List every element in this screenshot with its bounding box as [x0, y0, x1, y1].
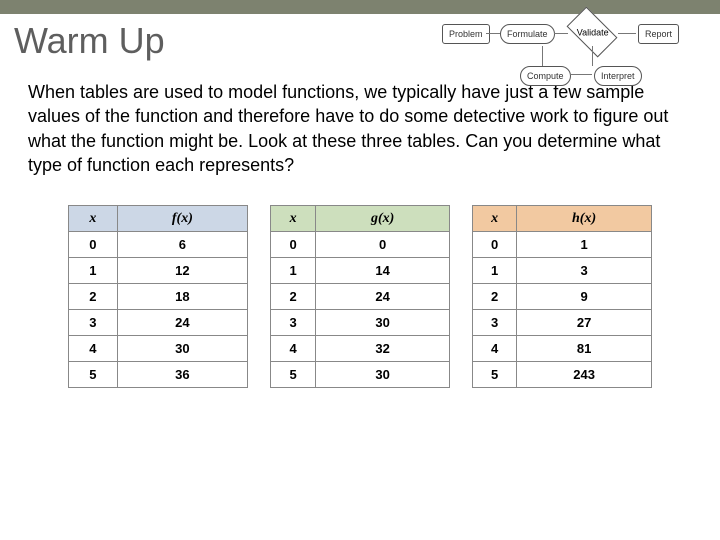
- diagram-connector: [554, 33, 568, 34]
- header-accent-bar: [0, 0, 720, 14]
- diagram-connector: [592, 46, 593, 66]
- table-row: 13: [473, 258, 652, 284]
- table-row: 481: [473, 336, 652, 362]
- diagram-connector: [486, 33, 500, 34]
- table-row: 430: [69, 336, 248, 362]
- col-header-x: x: [271, 206, 316, 232]
- diagram-node-formulate: Formulate: [500, 24, 555, 44]
- function-table-h: x h(x) 01 13 29 327 481 5243: [472, 205, 652, 388]
- table-row: 01: [473, 232, 652, 258]
- table-row: 330: [271, 310, 450, 336]
- diagram-node-report: Report: [638, 24, 679, 44]
- table-row: 224: [271, 284, 450, 310]
- diagram-connector: [618, 33, 636, 34]
- table-row: 432: [271, 336, 450, 362]
- diagram-connector: [570, 74, 592, 75]
- tables-container: x f(x) 06 112 218 324 430 536 x g(x) 00 …: [0, 205, 720, 388]
- col-header-hx: h(x): [517, 206, 652, 232]
- table-row: 00: [271, 232, 450, 258]
- process-diagram: Problem Formulate Validate Report Comput…: [442, 18, 702, 98]
- table-row: 06: [69, 232, 248, 258]
- table-row: 327: [473, 310, 652, 336]
- diagram-node-compute: Compute: [520, 66, 571, 86]
- diagram-node-problem: Problem: [442, 24, 490, 44]
- table-row: 114: [271, 258, 450, 284]
- diagram-node-interpret: Interpret: [594, 66, 642, 86]
- function-table-f: x f(x) 06 112 218 324 430 536: [68, 205, 248, 388]
- col-header-x: x: [69, 206, 118, 232]
- col-header-fx: f(x): [117, 206, 247, 232]
- table-row: 29: [473, 284, 652, 310]
- table-row: 5243: [473, 362, 652, 388]
- table-row: 536: [69, 362, 248, 388]
- function-table-g: x g(x) 00 114 224 330 432 530: [270, 205, 450, 388]
- table-row: 530: [271, 362, 450, 388]
- diagram-connector: [542, 46, 543, 66]
- col-header-gx: g(x): [316, 206, 450, 232]
- table-row: 324: [69, 310, 248, 336]
- table-row: 218: [69, 284, 248, 310]
- col-header-x: x: [473, 206, 517, 232]
- table-row: 112: [69, 258, 248, 284]
